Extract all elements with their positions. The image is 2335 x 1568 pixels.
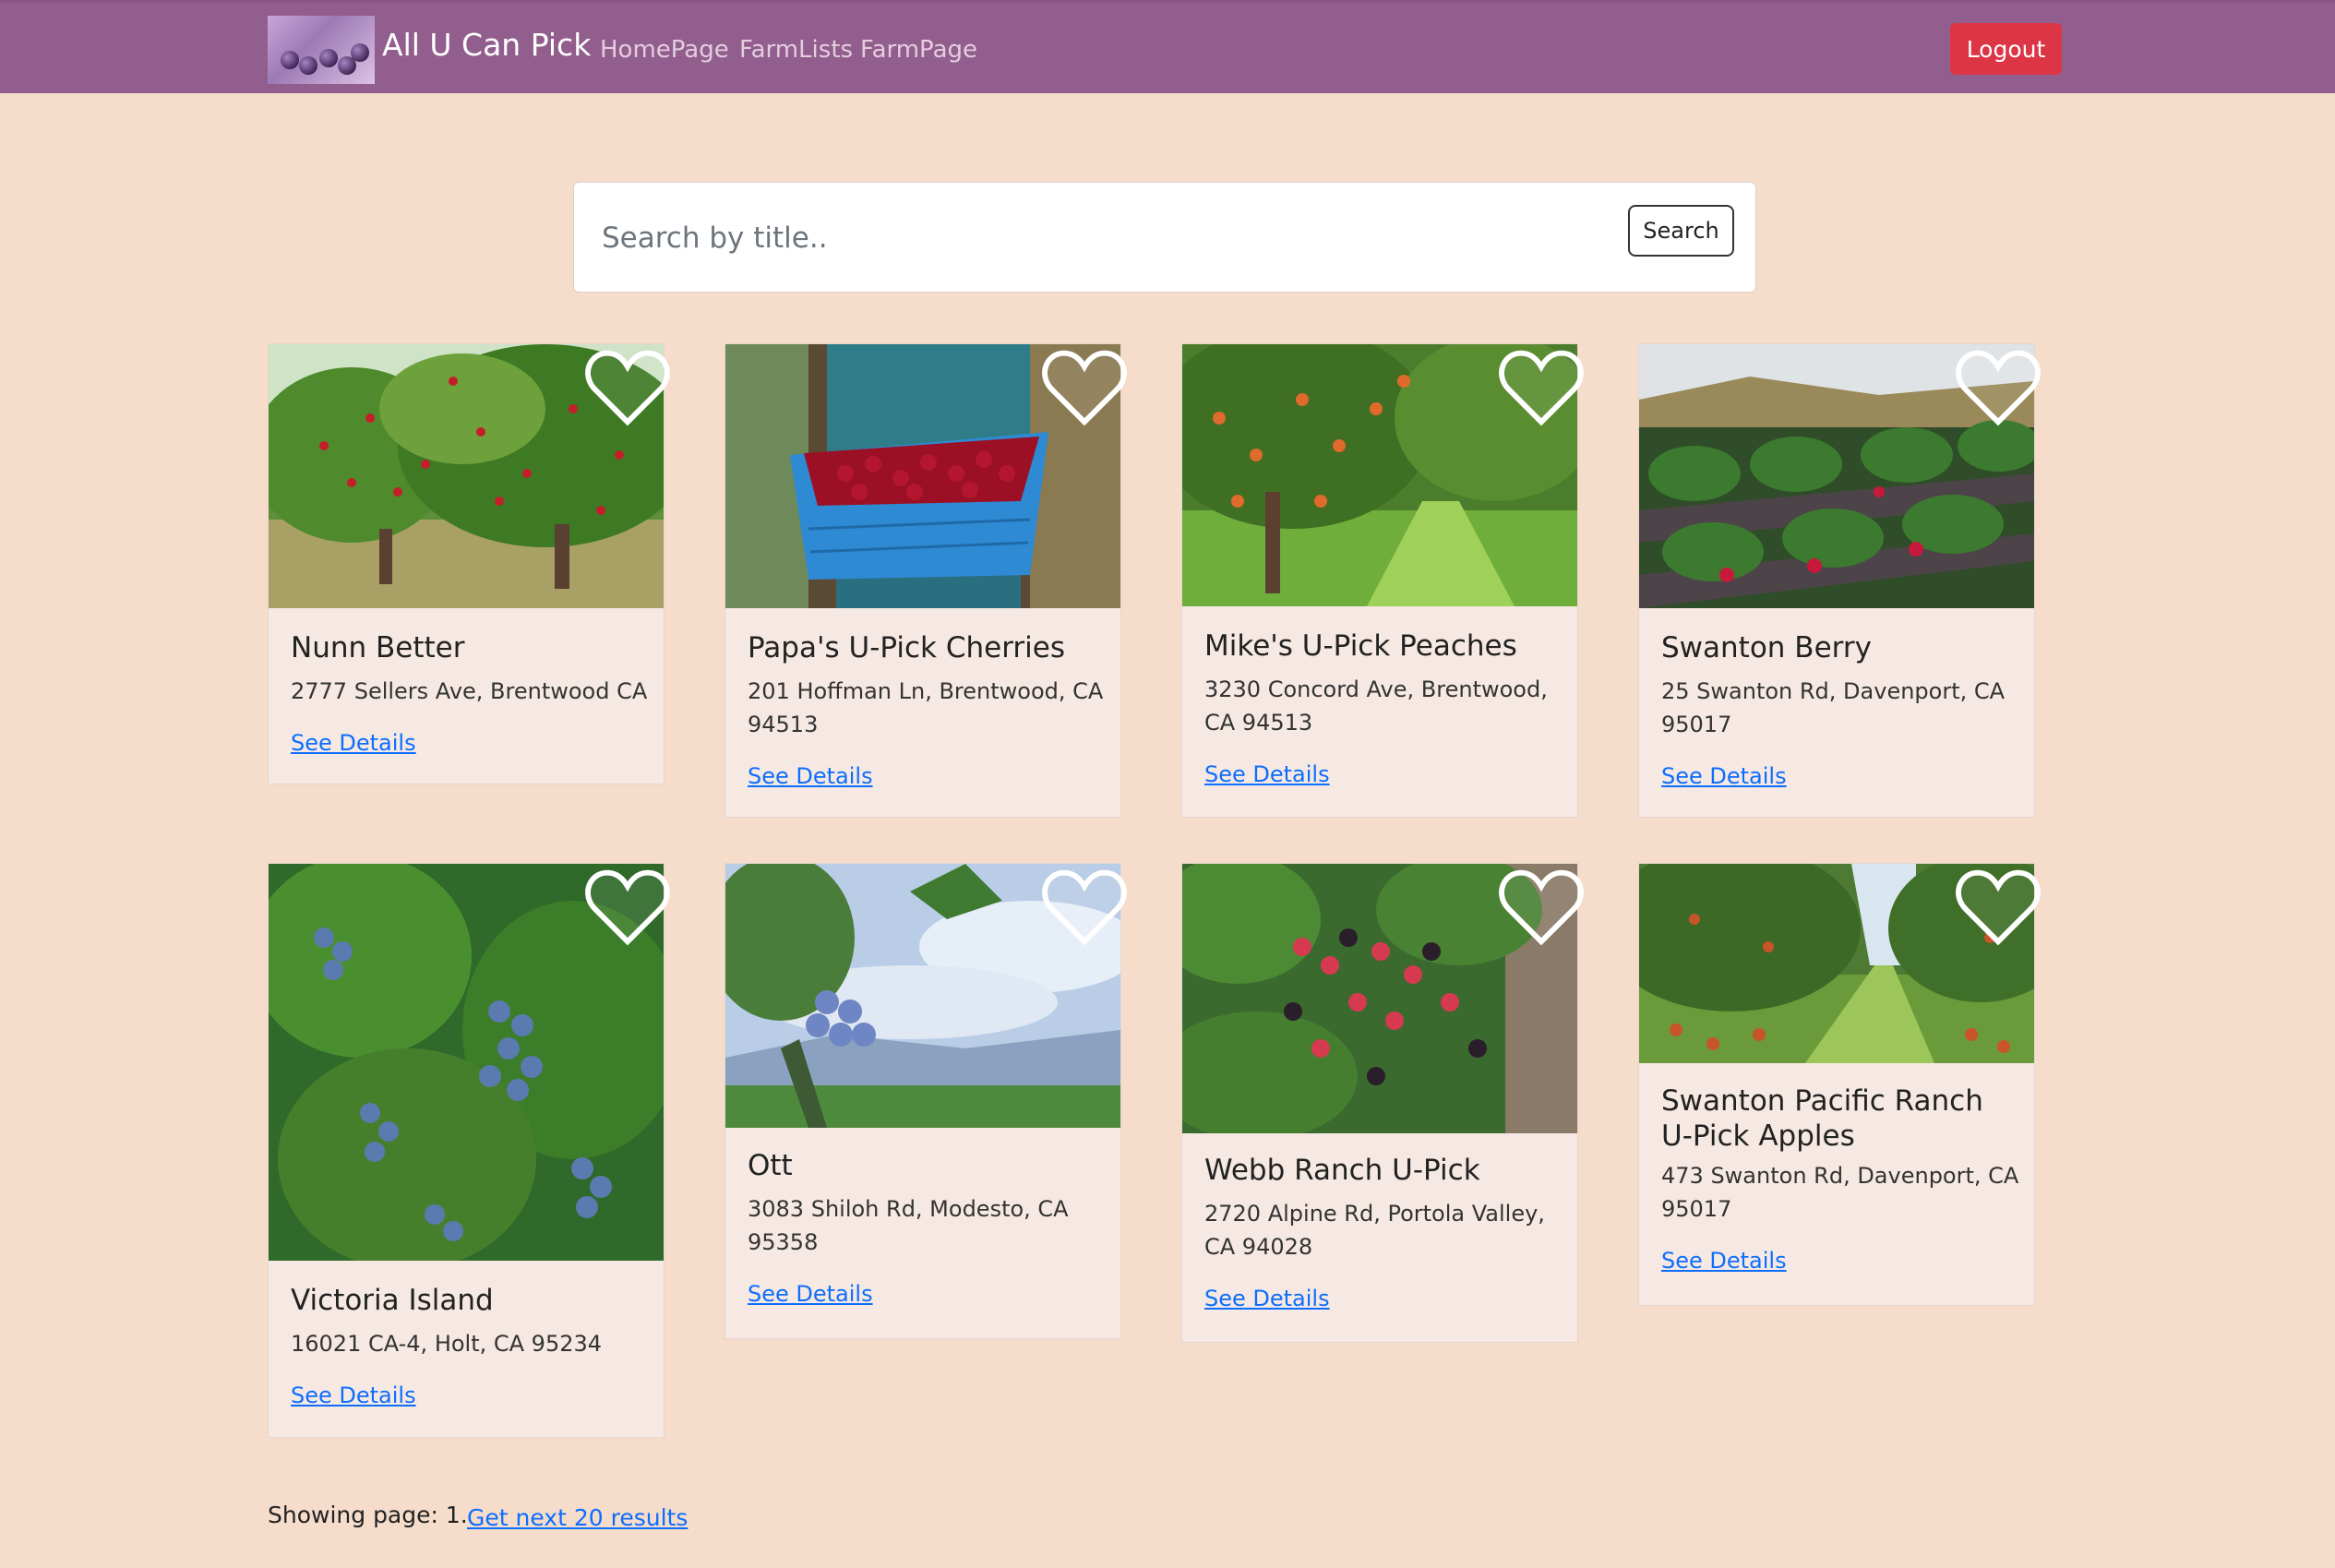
farm-card: Victoria Island 16021 CA-4, Holt, CA 952… xyxy=(268,863,670,1438)
farm-name: Mike's U-Pick Peaches xyxy=(1204,629,1517,663)
nav-link-homepage[interactable]: HomePage xyxy=(600,36,729,64)
farm-card: Ott 3083 Shiloh Rd, Modesto, CA 95358 Se… xyxy=(724,863,1127,1339)
farm-address: 25 Swanton Rd, Davenport, CA 95017 xyxy=(1661,678,2006,737)
farm-address: 3083 Shiloh Rd, Modesto, CA 95358 xyxy=(748,1196,1069,1255)
farm-card: Mike's U-Pick Peaches 3230 Concord Ave, … xyxy=(1181,343,1584,818)
farm-address: 201 Hoffman Ln, Brentwood, CA 94513 xyxy=(748,678,1104,737)
nav-link-farmlists[interactable]: FarmLists xyxy=(739,36,853,64)
farm-name: Webb Ranch U-Pick xyxy=(1204,1154,1480,1187)
farm-name: Ott xyxy=(748,1149,793,1182)
top-navbar: All U Can Pick HomePage FarmLists FarmPa… xyxy=(0,0,2335,93)
farm-name: Victoria Island xyxy=(291,1284,494,1317)
favorite-heart-icon[interactable] xyxy=(1037,862,1132,952)
see-details-link[interactable]: See Details xyxy=(1204,761,1330,787)
farm-card: Webb Ranch U-Pick 2720 Alpine Rd, Portol… xyxy=(1181,863,1584,1343)
farm-address: 16021 CA-4, Holt, CA 95234 xyxy=(291,1331,603,1357)
farm-card: Swanton Pacific Ranch U-Pick Apples 473 … xyxy=(1638,863,2041,1306)
next-results-link[interactable]: Get next 20 results xyxy=(467,1504,688,1531)
search-box: Search xyxy=(573,182,1756,293)
search-button[interactable]: Search xyxy=(1628,205,1734,257)
see-details-link[interactable]: See Details xyxy=(1661,1248,1787,1274)
see-details-link[interactable]: See Details xyxy=(1204,1286,1330,1311)
favorite-heart-icon[interactable] xyxy=(1494,342,1588,433)
farm-name: Nunn Better xyxy=(291,631,465,664)
favorite-heart-icon[interactable] xyxy=(581,862,675,952)
pagination-status: Showing page: 1. xyxy=(268,1502,468,1528)
favorite-heart-icon[interactable] xyxy=(1951,342,2045,433)
farm-card: Nunn Better 2777 Sellers Ave, Brentwood … xyxy=(268,343,670,784)
farm-address: 473 Swanton Rd, Davenport, CA 95017 xyxy=(1661,1163,2019,1222)
brand-name[interactable]: All U Can Pick xyxy=(382,27,591,63)
farm-address: 2777 Sellers Ave, Brentwood CA xyxy=(291,678,648,704)
favorite-heart-icon[interactable] xyxy=(1494,862,1588,952)
see-details-link[interactable]: See Details xyxy=(748,1281,873,1307)
logout-button[interactable]: Logout xyxy=(1950,23,2062,75)
see-details-link[interactable]: See Details xyxy=(748,763,873,789)
see-details-link[interactable]: See Details xyxy=(291,730,416,756)
farm-address: 3230 Concord Ave, Brentwood, CA 94513 xyxy=(1204,676,1548,736)
favorite-heart-icon[interactable] xyxy=(1951,862,2045,952)
farm-card: Papa's U-Pick Cherries 201 Hoffman Ln, B… xyxy=(724,343,1127,818)
farm-name: Swanton Berry xyxy=(1661,631,1872,664)
see-details-link[interactable]: See Details xyxy=(1661,763,1787,789)
search-input[interactable] xyxy=(600,209,1637,268)
farm-address: 2720 Alpine Rd, Portola Valley, CA 94028 xyxy=(1204,1201,1545,1260)
farm-name: Papa's U-Pick Cherries xyxy=(748,631,1065,664)
favorite-heart-icon[interactable] xyxy=(581,342,675,433)
nav-link-farmpage[interactable]: FarmPage xyxy=(860,36,977,64)
farm-name: Swanton Pacific Ranch U-Pick Apples xyxy=(1661,1084,1983,1153)
see-details-link[interactable]: See Details xyxy=(291,1382,416,1408)
brand-logo[interactable] xyxy=(268,16,375,84)
favorite-heart-icon[interactable] xyxy=(1037,342,1132,433)
farm-card: Swanton Berry 25 Swanton Rd, Davenport, … xyxy=(1638,343,2041,818)
